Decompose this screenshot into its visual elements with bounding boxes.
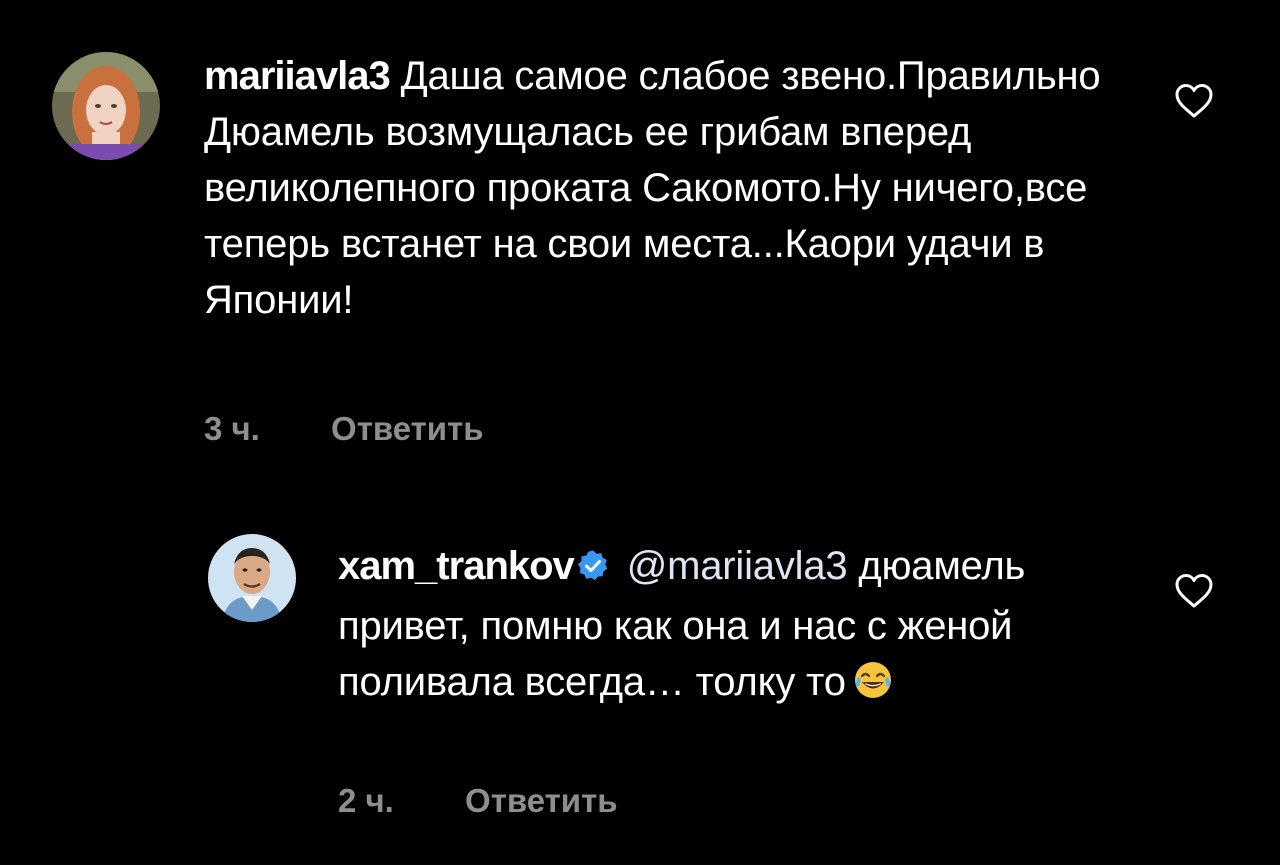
- like-button[interactable]: [1174, 83, 1214, 119]
- avatar[interactable]: [52, 52, 160, 160]
- comment-text: mariiavla3 Даша самое слабое звено.Прави…: [204, 48, 1104, 328]
- username[interactable]: mariiavla3: [204, 54, 391, 98]
- user-avatar-icon: [52, 52, 160, 160]
- comment-item: mariiavla3 Даша самое слабое звено.Прави…: [0, 0, 1280, 470]
- reply-button[interactable]: Ответить: [465, 782, 618, 820]
- heart-outline-icon: [1175, 574, 1213, 608]
- reply-button[interactable]: Ответить: [331, 410, 484, 448]
- avatar[interactable]: [208, 534, 296, 622]
- user-avatar-icon: [208, 534, 296, 622]
- heart-outline-icon: [1175, 84, 1213, 118]
- comment-meta: 2 ч. Ответить: [338, 782, 618, 820]
- comment-meta: 3 ч. Ответить: [204, 410, 484, 448]
- comment-text: xam_trankov @mariiavla3 дюамель привет, …: [338, 538, 1118, 716]
- timestamp: 3 ч.: [204, 410, 260, 447]
- comment-item: xam_trankov @mariiavla3 дюамель привет, …: [0, 470, 1280, 865]
- verified-badge-icon: [576, 542, 610, 598]
- like-button[interactable]: [1174, 573, 1214, 609]
- username[interactable]: xam_trankov: [338, 544, 575, 588]
- tears-of-joy-emoji-icon: [852, 659, 894, 716]
- mention-link[interactable]: @mariiavla3: [627, 544, 848, 588]
- timestamp: 2 ч.: [338, 782, 394, 819]
